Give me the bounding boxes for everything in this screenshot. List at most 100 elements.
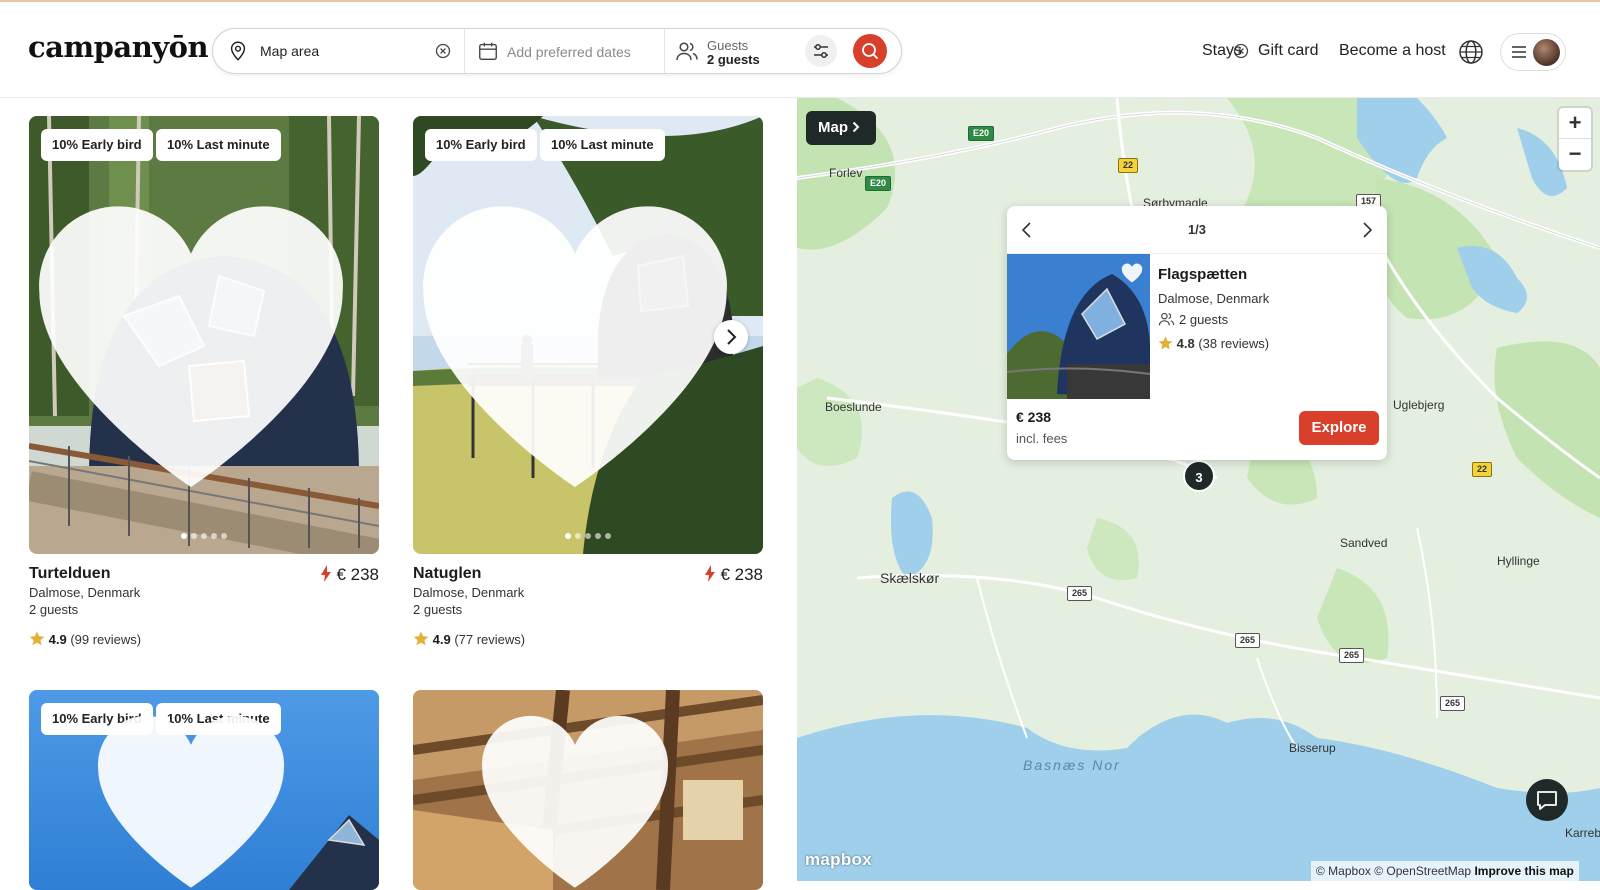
listing-card[interactable]: 10% Early bird 10% Last minute (29, 690, 379, 890)
road-shield: 265 (1235, 633, 1261, 648)
header: campanyōn Map area Add preferred dates G… (0, 2, 1600, 98)
listing-location: Dalmose, Denmark (413, 585, 525, 600)
zoom-control: + − (1559, 108, 1591, 170)
improve-map-link[interactable]: Improve this map (1474, 864, 1573, 878)
campanyon-logo[interactable]: campanyōn (28, 30, 209, 64)
heart-icon[interactable] (29, 702, 366, 890)
listing-photo[interactable]: 10% Early bird 10% Last minute (29, 690, 379, 890)
popup-title[interactable]: Flagspætten (1158, 266, 1247, 283)
place-label: Bisserup (1289, 741, 1336, 755)
chevron-right-icon[interactable] (1357, 220, 1377, 240)
map[interactable]: Map + − Forlev Sørbymagle Boeslunde Ugle… (797, 98, 1600, 881)
popup-location: Dalmose, Denmark (1158, 291, 1270, 306)
map-cluster-marker[interactable]: 3 (1183, 460, 1215, 492)
filter-icon (814, 44, 828, 58)
heart-icon[interactable] (29, 128, 366, 554)
guests-icon (676, 42, 698, 61)
rating-value: 4.9 (48, 632, 67, 647)
hamburger-menu-icon (1512, 46, 1526, 58)
lightning-icon (704, 565, 715, 582)
heart-icon[interactable] (1120, 262, 1144, 284)
listing-photo[interactable]: 10% Early bird 10% Last minute (29, 116, 379, 554)
listing-title[interactable]: Turtelduen (29, 565, 110, 583)
search-icon (862, 43, 879, 60)
road-shield: 265 (1440, 696, 1466, 711)
chevron-right-icon (852, 121, 860, 133)
popup-reviews: (38 reviews) (1198, 336, 1270, 351)
chevron-right-icon (727, 329, 737, 345)
dates-input[interactable]: Add preferred dates (507, 44, 631, 60)
location-pin-icon (230, 41, 246, 61)
star-icon (413, 631, 429, 646)
listing-price: € 238 (320, 565, 379, 585)
road-shield: 22 (1118, 158, 1139, 173)
filter-button[interactable] (805, 35, 837, 67)
heart-icon[interactable] (413, 702, 750, 890)
road-shield: 265 (1067, 586, 1093, 601)
zoom-out-button[interactable]: − (1559, 139, 1591, 170)
listing-card[interactable]: 10% Early bird 10% Last minute Natuglen … (413, 116, 763, 647)
listing-card[interactable] (413, 690, 763, 890)
popup-price: € 238 (1016, 409, 1052, 425)
map-attribution: © Mapbox © OpenStreetMap Improve this ma… (1311, 861, 1579, 881)
next-photo-button[interactable] (714, 320, 748, 354)
price-text: € 238 (720, 565, 763, 584)
user-menu-button[interactable] (1500, 33, 1566, 71)
listing-rating: 4.9 (99 reviews) (29, 631, 141, 647)
popup-pager: 1/3 (1007, 206, 1387, 254)
reviews-count: (99 reviews) (70, 632, 142, 647)
heart-icon[interactable] (413, 128, 750, 554)
avatar (1533, 39, 1560, 66)
place-label: Karreb (1565, 826, 1600, 840)
road-shield: 22 (1472, 462, 1493, 477)
dates-segment[interactable]: Add preferred dates (465, 29, 665, 73)
place-label: Skælskør (880, 570, 940, 586)
price-text: € 238 (336, 565, 379, 584)
popup-rating-value: 4.8 (1176, 336, 1195, 351)
listing-title[interactable]: Natuglen (413, 565, 481, 583)
search-button[interactable] (853, 34, 887, 68)
guests-label: Guests (707, 38, 749, 53)
road-shield: 265 (1339, 648, 1365, 663)
place-label: Sandved (1340, 536, 1388, 550)
map-listing-popup: 1/3 Flagspætten Dalmose, Denmark 2 guest… (1007, 206, 1387, 460)
popup-rating: 4.8 (38 reviews) (1158, 336, 1269, 351)
listing-guests: 2 guests (29, 602, 79, 617)
lightning-icon (320, 565, 331, 582)
guests-value[interactable]: 2 guests (707, 52, 760, 67)
star-icon (1158, 336, 1173, 350)
map-toggle-button[interactable]: Map (806, 111, 876, 145)
globe-icon[interactable] (1458, 39, 1484, 65)
listing-rating: 4.9 (77 reviews) (413, 631, 525, 647)
nav-become-host[interactable]: Become a host (1339, 42, 1446, 60)
place-label: Uglebjerg (1393, 398, 1445, 412)
area-input[interactable]: Map area (260, 43, 319, 59)
nav-gift-card[interactable]: Gift card (1258, 42, 1318, 60)
area-segment[interactable]: Map area (213, 29, 465, 73)
popup-fees: incl. fees (1016, 431, 1068, 446)
place-label: Hyllinge (1497, 554, 1540, 568)
listing-photo[interactable]: 10% Early bird 10% Last minute (413, 116, 763, 554)
mapbox-logo[interactable]: mapbox (805, 850, 872, 870)
calendar-icon (479, 42, 497, 60)
photo-pagination (413, 526, 763, 544)
listing-guests: 2 guests (413, 602, 463, 617)
guests-icon (1158, 312, 1175, 326)
rating-value: 4.9 (432, 632, 451, 647)
search-bar: Map area Add preferred dates Guests 2 gu… (212, 28, 1249, 74)
map-toggle-label: Map (818, 119, 848, 136)
osm-attribution-link[interactable]: © OpenStreetMap (1374, 864, 1471, 878)
place-label: Boeslunde (825, 400, 882, 414)
reviews-count: (77 reviews) (454, 632, 526, 647)
nav-stays[interactable]: Stays (1202, 42, 1242, 60)
star-icon (29, 631, 45, 646)
mapbox-attribution-link[interactable]: © Mapbox (1316, 864, 1371, 878)
chat-button[interactable] (1526, 779, 1568, 821)
clear-area-icon[interactable] (435, 43, 451, 59)
listing-location: Dalmose, Denmark (29, 585, 141, 600)
listing-photo[interactable] (413, 690, 763, 890)
explore-button[interactable]: Explore (1299, 411, 1379, 445)
road-shield: E20 (968, 126, 995, 141)
zoom-in-button[interactable]: + (1559, 108, 1591, 139)
listing-card[interactable]: 10% Early bird 10% Last minute Turteldue… (29, 116, 379, 647)
